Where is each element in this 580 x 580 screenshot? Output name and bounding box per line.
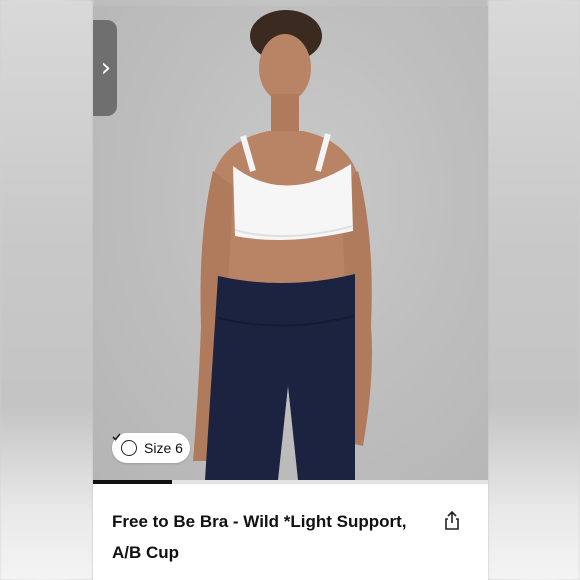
gallery-prev-tab[interactable]: › [93,20,117,116]
check-circle-icon [112,433,137,456]
size-label: Size 6 [144,440,183,456]
product-title: Free to Be Bra - Wild *Light Support, A/… [112,512,407,562]
size-chip[interactable]: Size 6 [112,433,190,463]
model-illustration [193,10,372,480]
product-card: › Size 6 Free to Be Bra - Wild *Light Su… [93,6,488,580]
share-icon[interactable] [443,511,461,531]
gallery-progress-bar [93,480,488,484]
product-photo[interactable]: › Size 6 [93,6,488,480]
background-blur-left [0,0,93,580]
chevron-right-icon: › [100,53,112,83]
background-blur-right [488,0,580,580]
gallery-progress-fill [93,480,172,484]
